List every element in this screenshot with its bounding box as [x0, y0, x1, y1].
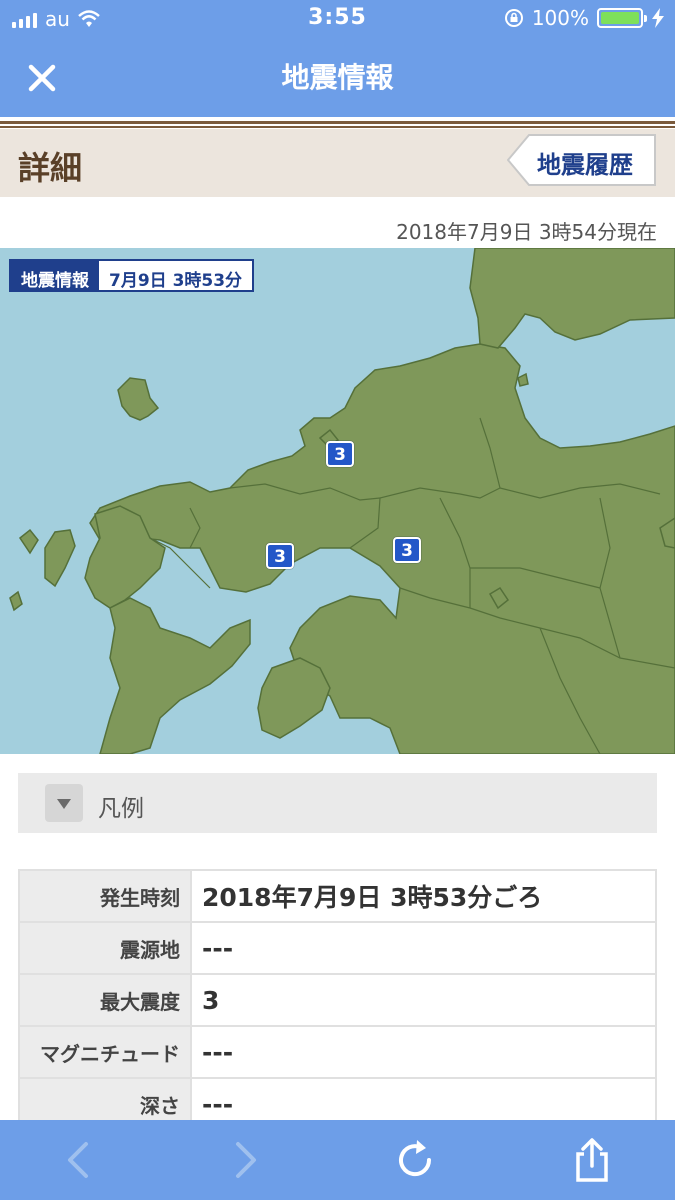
forward-icon[interactable] — [222, 1138, 266, 1182]
battery-icon — [597, 8, 647, 28]
earthquake-map[interactable]: 地震情報 7月9日 3時53分 3 3 3 — [0, 248, 675, 754]
status-bar: au 3:55 100% — [0, 0, 675, 38]
legend-panel[interactable]: 凡例 — [18, 773, 657, 833]
intensity-marker[interactable]: 3 — [266, 543, 294, 569]
header-divider — [0, 117, 675, 129]
map-land — [9, 248, 675, 754]
table-row: 震源地 --- — [18, 921, 657, 975]
intensity-marker[interactable]: 3 — [326, 441, 354, 467]
table-row: 最大震度 3 — [18, 973, 657, 1027]
share-icon[interactable] — [570, 1138, 614, 1182]
top-bar: au 3:55 100% 地震情報 — [0, 0, 675, 117]
detail-table: 発生時刻 2018年7月9日 3時53分ごろ 震源地 --- 最大震度 3 マグ… — [18, 869, 657, 1131]
chevron-down-icon[interactable] — [45, 784, 83, 822]
history-button-label: 地震履歴 — [537, 151, 633, 179]
row-value-epicenter: --- — [190, 921, 657, 975]
reload-icon[interactable] — [393, 1138, 437, 1182]
row-value-magnitude: --- — [190, 1025, 657, 1079]
intensity-marker[interactable]: 3 — [393, 537, 421, 563]
update-timestamp: 2018年7月9日 3時54分現在 — [396, 220, 657, 244]
row-value-max-intensity: 3 — [190, 973, 657, 1027]
row-label-time: 発生時刻 — [18, 869, 192, 923]
map-info-tag: 地震情報 7月9日 3時53分 — [9, 259, 255, 292]
charging-icon — [652, 8, 664, 28]
bottom-toolbar — [0, 1120, 675, 1200]
row-label-max-intensity: 最大震度 — [18, 973, 192, 1027]
legend-label: 凡例 — [98, 796, 144, 822]
page-title: 地震情報 — [281, 61, 394, 94]
right-status: 100% — [504, 6, 665, 30]
battery-percent: 100% — [531, 6, 589, 30]
row-label-epicenter: 震源地 — [18, 921, 192, 975]
back-icon[interactable] — [58, 1138, 102, 1182]
history-button[interactable]: 地震履歴 — [507, 133, 657, 187]
section-title: 詳細 — [18, 149, 83, 187]
rotation-lock-icon — [504, 9, 523, 27]
table-row: 発生時刻 2018年7月9日 3時53分ごろ — [18, 869, 657, 923]
table-row: マグニチュード --- — [18, 1025, 657, 1079]
map-tag-label: 地震情報 — [11, 261, 99, 291]
section-header: 詳細 地震履歴 — [0, 129, 675, 197]
row-label-magnitude: マグニチュード — [18, 1025, 192, 1079]
row-value-time: 2018年7月9日 3時53分ごろ — [190, 869, 657, 923]
map-tag-time: 7月9日 3時53分 — [109, 271, 243, 291]
nav-bar: 地震情報 — [0, 38, 675, 117]
